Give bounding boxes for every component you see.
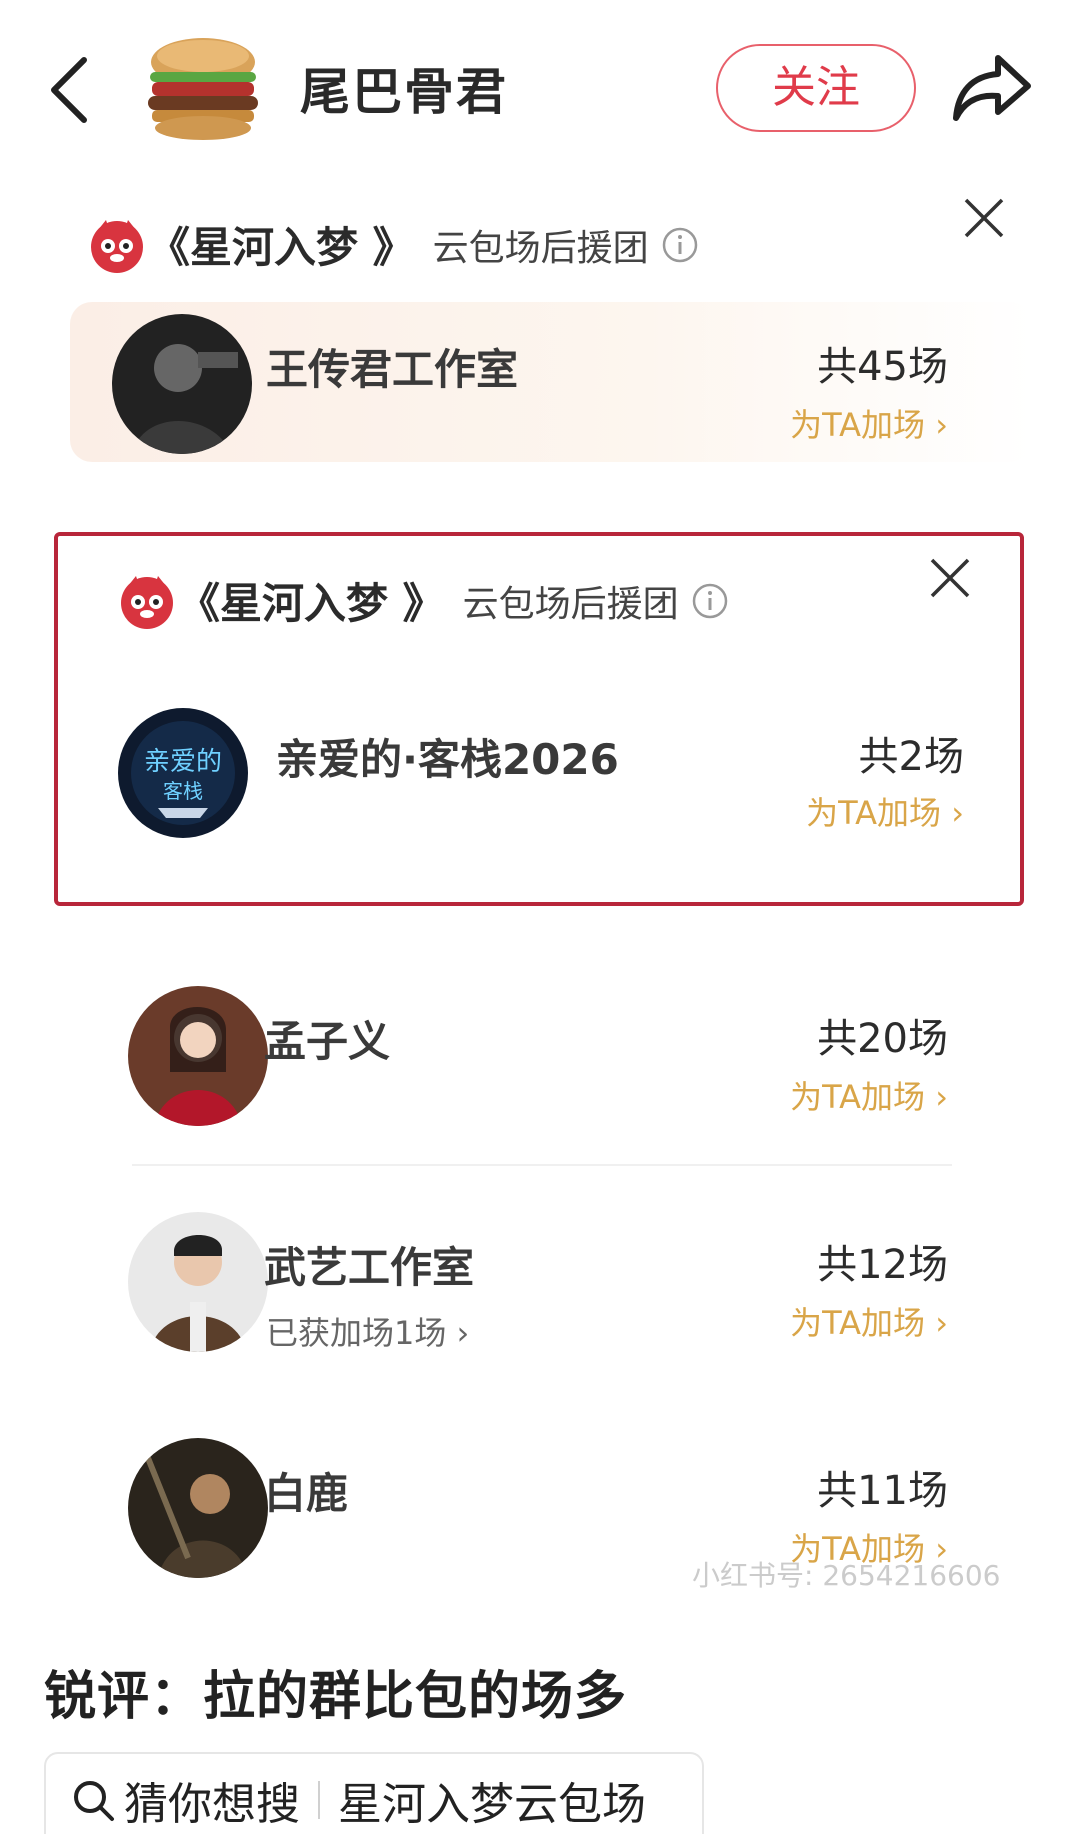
top-bar: 尾巴骨君 关注 [0,0,1080,170]
avatar [112,314,252,454]
list-item[interactable]: 王传君工作室 共45场 为TA加场 › [70,302,1032,462]
divider [318,1781,320,1819]
boost-link[interactable]: 为TA加场 › [790,400,948,446]
card-title: 《星河入梦 》 [178,579,445,628]
close-icon[interactable] [926,554,974,602]
svg-text:客栈: 客栈 [163,779,203,803]
follow-button[interactable]: 关注 [716,44,916,132]
boost-link[interactable]: 为TA加场 › [790,1298,948,1344]
avatar [128,1438,268,1578]
comment-text: 锐评：拉的群比包的场多 [44,1667,628,1727]
close-icon[interactable] [960,194,1008,242]
boost-link[interactable]: 为TA加场 › [806,788,964,834]
info-icon[interactable] [691,582,729,620]
avatar: 亲爱的 客栈 [118,708,248,838]
cat-logo-icon [121,575,173,629]
card-header: 《星河入梦 》 云包场后援团 [88,214,699,275]
row-name: 王传君工作室 [266,345,519,394]
card-header: 《星河入梦 》 云包场后援团 [118,570,729,631]
card-title: 《星河入梦 》 [148,223,415,272]
username[interactable]: 尾巴骨君 [300,52,508,124]
back-icon[interactable] [42,50,102,130]
card-subtitle: 云包场后援团 [462,583,679,625]
svg-text:亲爱的: 亲爱的 [144,747,222,777]
list-item[interactable]: 亲爱的 客栈 亲爱的·客栈2026 共2场 为TA加场 › [58,708,1020,868]
boost-link[interactable]: 为TA加场 › [790,1072,948,1118]
row-name: 武艺工作室 [264,1243,475,1292]
row-name: 白鹿 [264,1469,349,1518]
row-name: 孟子义 [264,1017,391,1066]
search-query[interactable]: 星河入梦云包场 [338,1768,646,1832]
list-item[interactable]: 武艺工作室 已获加场1场 › 共12场 为TA加场 › [88,1200,1032,1360]
share-icon[interactable] [950,48,1034,128]
suggested-search[interactable]: 猜你想搜 星河入梦云包场 [44,1752,704,1834]
search-prefix: 猜你想搜 [124,1779,300,1830]
row-count: 共20场 [817,1016,948,1062]
avatar[interactable] [142,32,264,144]
row-count: 共45场 [817,344,948,390]
cat-logo-icon [91,219,143,273]
row-name: 亲爱的·客栈2026 [276,735,619,784]
list-item[interactable]: 孟子义 共20场 为TA加场 › [88,974,1032,1134]
row-count: 共12场 [817,1242,948,1288]
info-icon[interactable] [661,226,699,264]
card-subtitle: 云包场后援团 [432,227,649,269]
avatar [128,1212,268,1352]
divider [132,1164,952,1166]
search-icon [74,1781,114,1821]
row-count: 共11场 [817,1468,948,1514]
watermark: 小红书号: 2654216606 [692,1559,1001,1592]
highlighted-card: 《星河入梦 》 云包场后援团 亲爱的 客栈 亲爱的·客栈2026 共2场 为TA加… [54,532,1024,906]
row-subnote[interactable]: 已获加场1场 › [266,1308,469,1354]
row-count: 共2场 [858,734,964,780]
avatar [128,986,268,1126]
